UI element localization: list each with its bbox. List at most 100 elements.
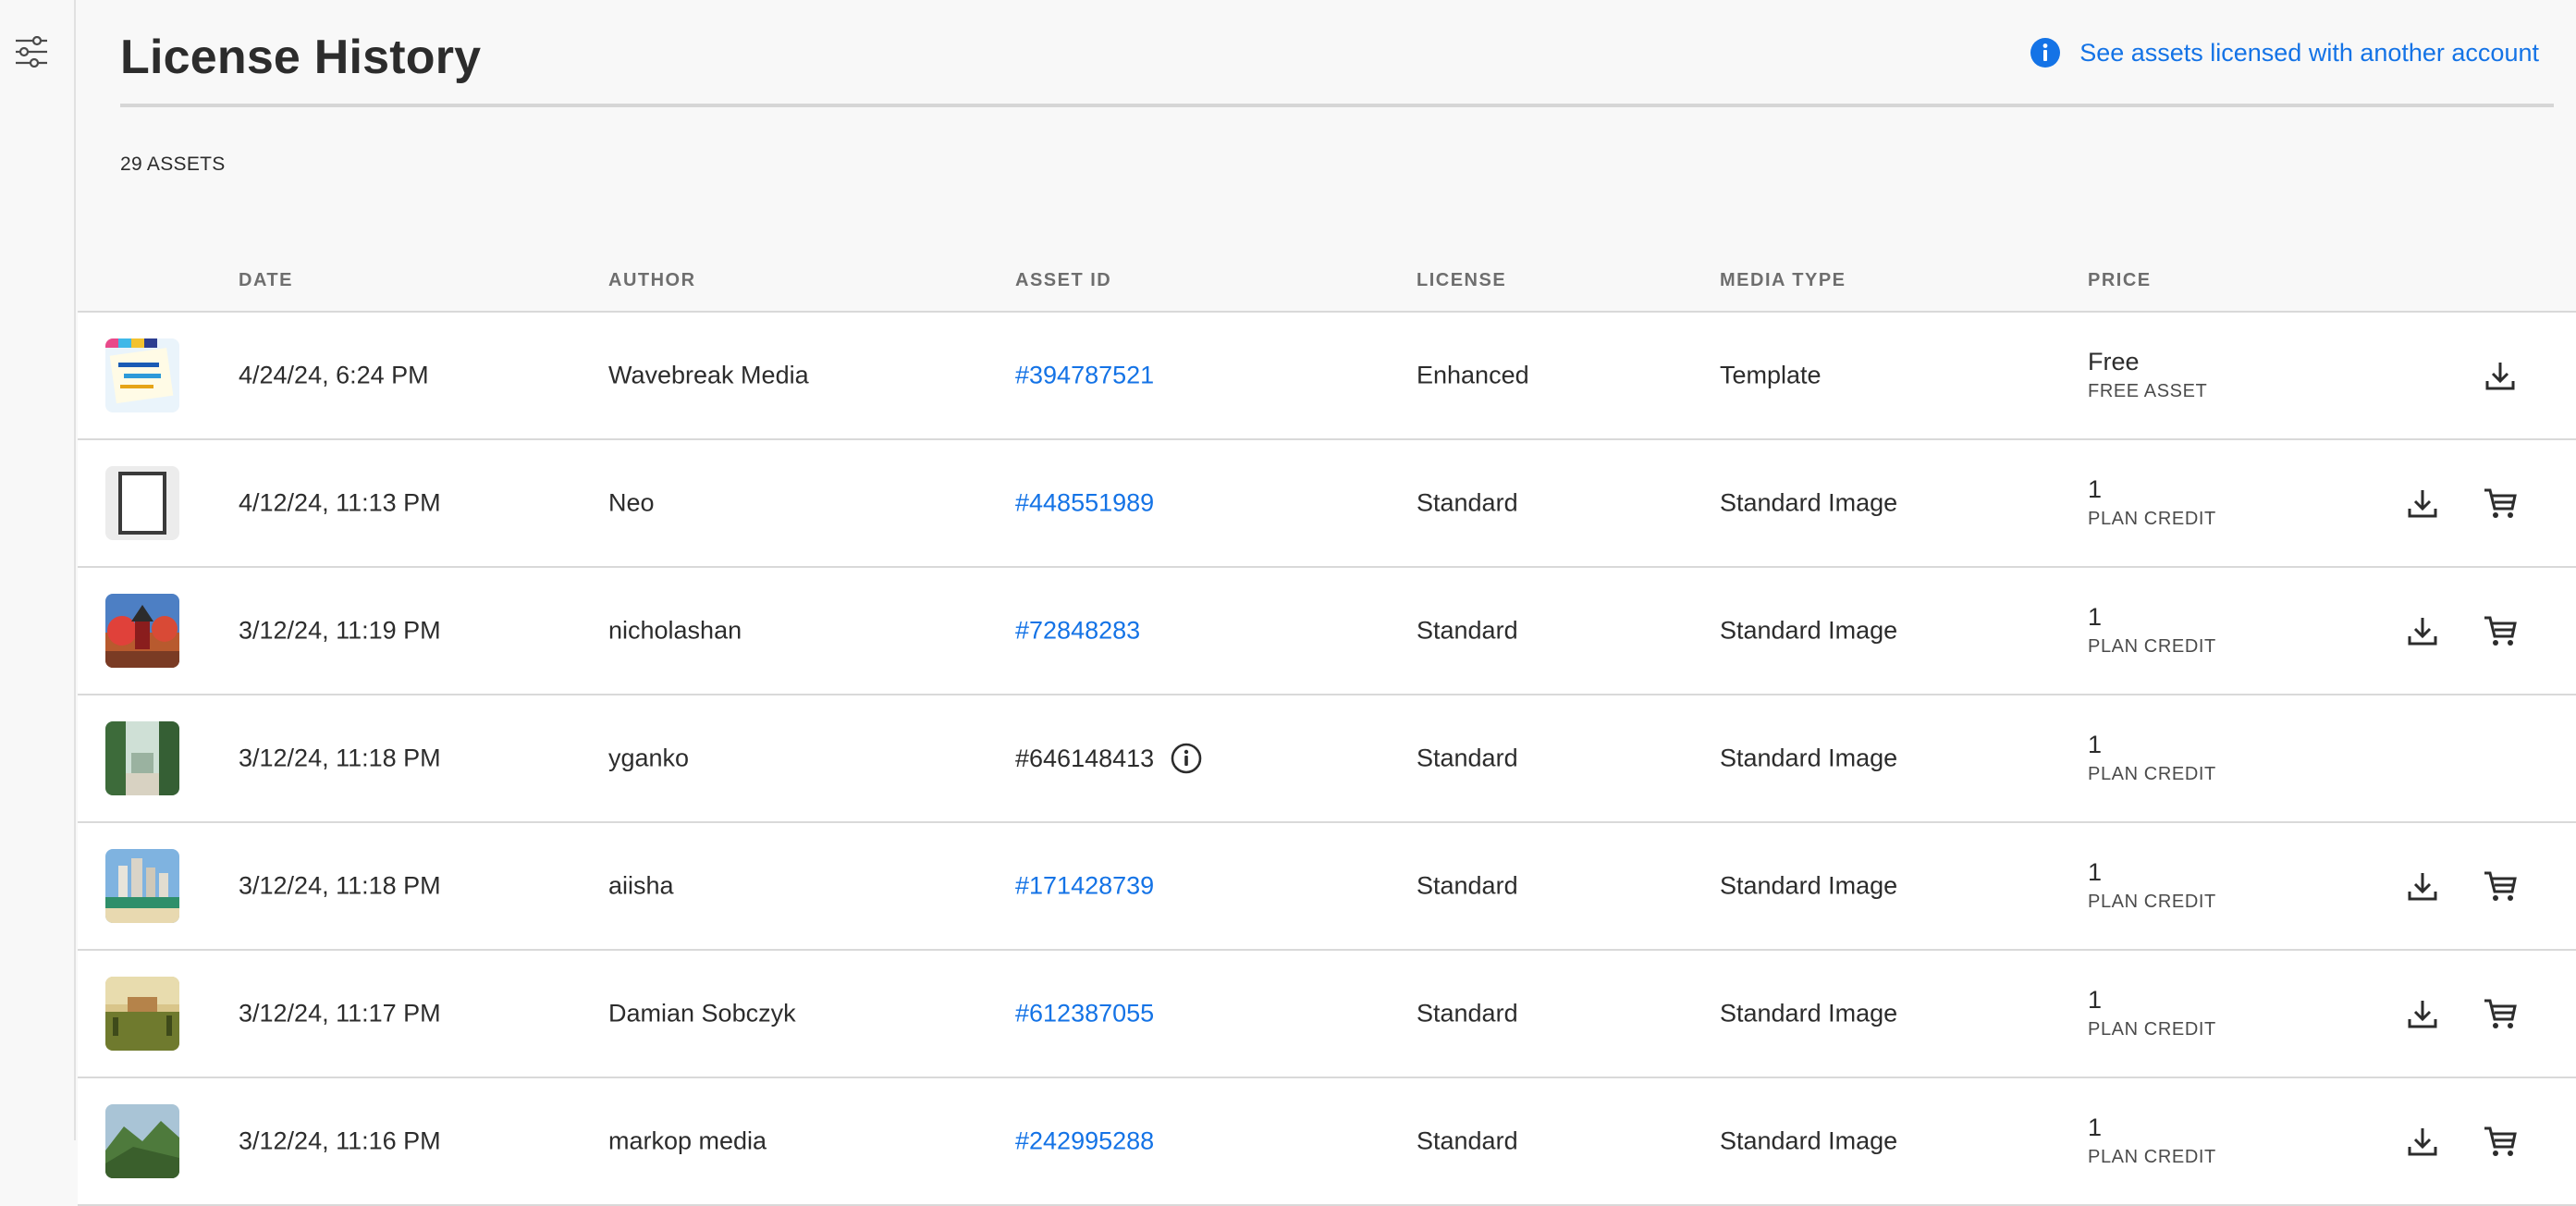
info-icon: [2030, 38, 2061, 68]
download-icon: [2485, 363, 2515, 390]
row-author: yganko: [608, 744, 690, 772]
cart-icon: [2484, 1126, 2517, 1156]
price-unit: PLAN CREDIT: [2088, 509, 2216, 529]
download-icon: [2408, 1128, 2437, 1156]
asset-id-link[interactable]: #612387055: [1015, 1000, 1154, 1028]
row-date: 4/24/24, 6:24 PM: [239, 361, 429, 389]
row-date: 3/12/24, 11:16 PM: [239, 1126, 441, 1155]
table-row: 3/12/24, 11:19 PM nicholashan #72848283 …: [78, 568, 2576, 695]
row-price: 1 PLAN CREDIT: [2088, 474, 2216, 533]
asset-id-link[interactable]: #394787521: [1015, 362, 1154, 390]
cart-button[interactable]: [2482, 485, 2519, 522]
download-icon: [2408, 873, 2437, 901]
column-header-license[interactable]: LICENSE: [1417, 270, 1506, 291]
asset-thumbnail[interactable]: [105, 466, 179, 540]
asset-thumbnail[interactable]: [105, 849, 179, 923]
column-header-date[interactable]: DATE: [239, 270, 293, 291]
row-license: Standard: [1417, 871, 1518, 900]
download-button[interactable]: [2404, 868, 2441, 904]
asset-id-link[interactable]: #72848283: [1015, 617, 1140, 646]
cart-icon: [2484, 999, 2517, 1028]
row-date: 3/12/24, 11:19 PM: [239, 616, 441, 645]
row-license: Standard: [1417, 744, 1518, 772]
table-row: 4/24/24, 6:24 PM Wavebreak Media #394787…: [78, 313, 2576, 440]
other-account-link[interactable]: See assets licensed with another account: [2030, 37, 2539, 68]
download-button[interactable]: [2404, 995, 2441, 1032]
asset-thumbnail[interactable]: [105, 977, 179, 1051]
row-media-type: Standard Image: [1720, 488, 1898, 517]
asset-id-link[interactable]: #448551989: [1015, 489, 1154, 518]
cart-button[interactable]: [2482, 868, 2519, 904]
license-table: DATE AUTHOR ASSET ID LICENSE MEDIA TYPE …: [78, 250, 2576, 1206]
price-unit: FREE ASSET: [2088, 381, 2208, 401]
cart-icon: [2484, 616, 2517, 646]
row-price: Free FREE ASSET: [2088, 346, 2207, 405]
column-header-author[interactable]: AUTHOR: [608, 270, 696, 291]
table-row: 3/12/24, 11:18 PM aiisha #171428739 Stan…: [78, 823, 2576, 951]
asset-thumbnail[interactable]: [105, 594, 179, 668]
filter-toggle-button[interactable]: [13, 33, 50, 70]
row-author: Damian Sobczyk: [608, 999, 796, 1028]
page-header: License History See assets licensed with…: [120, 0, 2554, 107]
page-title: License History: [120, 31, 482, 84]
row-license: Enhanced: [1417, 361, 1529, 389]
asset-id-cell: #646148413: [1015, 743, 1202, 774]
row-license: Standard: [1417, 488, 1518, 517]
cart-icon: [2484, 871, 2517, 901]
row-price: 1 PLAN CREDIT: [2088, 984, 2216, 1043]
price-unit: PLAN CREDIT: [2088, 1019, 2216, 1040]
download-button[interactable]: [2482, 357, 2519, 394]
price-value: 1: [2088, 1114, 2103, 1141]
download-button[interactable]: [2404, 1123, 2441, 1160]
asset-thumbnail[interactable]: [105, 1104, 179, 1178]
row-license: Standard: [1417, 616, 1518, 645]
cart-button[interactable]: [2482, 612, 2519, 649]
row-media-type: Standard Image: [1720, 1126, 1898, 1155]
asset-id-link[interactable]: #171428739: [1015, 872, 1154, 901]
price-value: 1: [2088, 731, 2103, 758]
row-media-type: Standard Image: [1720, 744, 1898, 772]
price-value: 1: [2088, 986, 2103, 1014]
row-author: aiisha: [608, 871, 674, 900]
download-button[interactable]: [2404, 485, 2441, 522]
table-row: 3/12/24, 11:17 PM Damian Sobczyk #612387…: [78, 951, 2576, 1078]
row-date: 3/12/24, 11:17 PM: [239, 999, 441, 1028]
row-media-type: Standard Image: [1720, 871, 1898, 900]
asset-thumbnail[interactable]: [105, 338, 179, 412]
price-value: 1: [2088, 858, 2103, 886]
cart-icon: [2484, 488, 2517, 518]
table-row: 3/12/24, 11:18 PM yganko #646148413 Stan…: [78, 695, 2576, 823]
download-button[interactable]: [2404, 612, 2441, 649]
row-author: Wavebreak Media: [608, 361, 809, 389]
row-media-type: Template: [1720, 361, 1822, 389]
left-rail: [0, 0, 76, 1140]
info-icon[interactable]: [1171, 743, 1202, 774]
filter-icon: [16, 36, 47, 68]
row-author: markop media: [608, 1126, 767, 1155]
column-header-price[interactable]: PRICE: [2088, 270, 2152, 291]
cart-button[interactable]: [2482, 1123, 2519, 1160]
column-header-media-type[interactable]: MEDIA TYPE: [1720, 270, 1846, 291]
row-license: Standard: [1417, 1126, 1518, 1155]
table-row: 3/12/24, 11:16 PM markop media #24299528…: [78, 1078, 2576, 1206]
price-value: 1: [2088, 603, 2103, 631]
download-icon: [2408, 618, 2437, 646]
column-header-asset-id[interactable]: ASSET ID: [1015, 270, 1111, 291]
other-account-label: See assets licensed with another account: [2079, 38, 2539, 67]
price-unit: PLAN CREDIT: [2088, 892, 2216, 912]
price-unit: PLAN CREDIT: [2088, 636, 2216, 657]
asset-thumbnail[interactable]: [105, 721, 179, 795]
download-icon: [2408, 490, 2437, 518]
row-author: nicholashan: [608, 616, 742, 645]
row-date: 3/12/24, 11:18 PM: [239, 871, 441, 900]
price-value: Free: [2088, 348, 2140, 375]
asset-count: 29 ASSETS: [120, 154, 226, 175]
asset-id-link[interactable]: #242995288: [1015, 1127, 1154, 1156]
download-icon: [2408, 1001, 2437, 1028]
cart-button[interactable]: [2482, 995, 2519, 1032]
row-date: 4/12/24, 11:13 PM: [239, 488, 441, 517]
row-price: 1 PLAN CREDIT: [2088, 601, 2216, 660]
row-media-type: Standard Image: [1720, 999, 1898, 1028]
row-price: 1 PLAN CREDIT: [2088, 856, 2216, 916]
price-value: 1: [2088, 475, 2103, 503]
